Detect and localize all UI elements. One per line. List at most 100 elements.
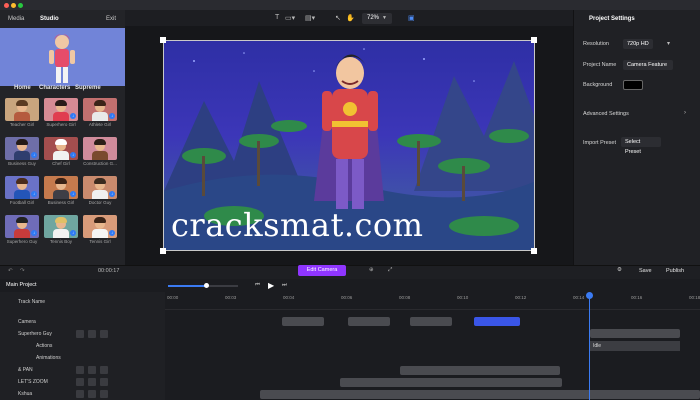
save-button[interactable]: Save bbox=[639, 268, 652, 274]
character-thumbnail bbox=[5, 98, 39, 121]
publish-button[interactable]: Publish bbox=[666, 268, 684, 274]
close-window-button[interactable] bbox=[4, 3, 9, 8]
download-icon[interactable]: ↓ bbox=[109, 230, 115, 236]
track-toggle[interactable] bbox=[88, 390, 96, 398]
background-color-swatch[interactable] bbox=[623, 80, 643, 90]
track-row[interactable]: Animations bbox=[0, 352, 165, 364]
download-icon[interactable]: ↓ bbox=[70, 191, 76, 197]
character-card[interactable]: Construction G... bbox=[83, 137, 117, 169]
character-card[interactable]: ↓ Business Guy bbox=[5, 137, 39, 169]
category-supreme[interactable]: Supreme bbox=[75, 85, 101, 91]
track-toggle[interactable] bbox=[100, 330, 108, 338]
edit-camera-button[interactable]: Edit Camera bbox=[298, 265, 346, 276]
track-toggle[interactable] bbox=[100, 378, 108, 386]
download-icon[interactable]: ↓ bbox=[31, 191, 37, 197]
download-icon[interactable]: ↓ bbox=[109, 191, 115, 197]
playhead-handle[interactable] bbox=[586, 292, 593, 299]
track-toggle[interactable] bbox=[100, 366, 108, 374]
download-icon[interactable]: ↓ bbox=[70, 113, 76, 119]
track-toggle[interactable] bbox=[88, 378, 96, 386]
download-icon[interactable]: ↓ bbox=[31, 230, 37, 236]
kshua-clip[interactable] bbox=[260, 390, 700, 399]
chevron-down-icon[interactable]: ▾ bbox=[667, 40, 670, 47]
character-card[interactable]: ↓ Superhero Guy bbox=[5, 215, 39, 247]
character-preview-figure bbox=[49, 34, 75, 83]
expand-icon[interactable]: ⤢ bbox=[388, 267, 392, 274]
character-card[interactable]: ↓ Athlete Girl bbox=[83, 98, 117, 130]
track-row[interactable]: LET'S ZOOM bbox=[0, 376, 165, 388]
step-back-icon[interactable]: ⏮ bbox=[255, 282, 260, 289]
arrange-icon[interactable]: ▤▾ bbox=[305, 14, 315, 22]
camera-clip[interactable] bbox=[282, 317, 324, 326]
crosshair-icon[interactable]: ⊕ bbox=[369, 267, 374, 273]
track-row[interactable]: Kshua bbox=[0, 388, 165, 400]
track-toggle[interactable] bbox=[88, 330, 96, 338]
track-toggle[interactable] bbox=[76, 366, 84, 374]
character-card[interactable]: ↓ Doctor Guy bbox=[83, 176, 117, 208]
camera-clip[interactable] bbox=[410, 317, 452, 326]
camera-icon[interactable]: ▣ bbox=[408, 14, 415, 22]
character-card[interactable]: ↓ Superhero Girl bbox=[44, 98, 78, 130]
category-home[interactable]: Home bbox=[14, 85, 31, 91]
tab-main-project[interactable]: Main Project bbox=[0, 280, 40, 290]
download-icon[interactable]: ↓ bbox=[109, 113, 115, 119]
chevron-right-icon[interactable]: › bbox=[684, 110, 686, 116]
pan-clip[interactable] bbox=[400, 366, 560, 375]
resize-handle-tr[interactable] bbox=[531, 37, 537, 43]
track-toggle[interactable] bbox=[88, 366, 96, 374]
ruler-tick-label: 00:18 bbox=[689, 295, 700, 300]
undo-icon[interactable]: ↶ bbox=[8, 268, 13, 274]
track-row[interactable]: Superhero Guy bbox=[0, 328, 165, 340]
layout-icon[interactable]: ▭▾ bbox=[285, 14, 295, 22]
minimize-window-button[interactable] bbox=[11, 3, 16, 8]
step-forward-icon[interactable]: ⏭ bbox=[282, 282, 287, 289]
character-card[interactable]: Teacher Girl bbox=[5, 98, 39, 130]
track-name: LET'S ZOOM bbox=[18, 379, 48, 385]
camera-clip[interactable] bbox=[348, 317, 390, 326]
track-row[interactable]: & PAN bbox=[0, 364, 165, 376]
character-card[interactable]: ↓ Chef Girl bbox=[44, 137, 78, 169]
superhero-clip[interactable] bbox=[590, 329, 680, 338]
track-row[interactable]: Camera bbox=[0, 316, 165, 328]
scrub-slider[interactable] bbox=[168, 283, 238, 288]
zoom-clip[interactable] bbox=[340, 378, 562, 387]
play-icon[interactable]: ▶ bbox=[268, 281, 274, 290]
character-card[interactable]: ↓ Football Girl bbox=[5, 176, 39, 208]
track-row[interactable]: Actions bbox=[0, 340, 165, 352]
resolution-select[interactable]: 720p HD bbox=[623, 39, 653, 49]
tab-studio[interactable]: Studio bbox=[40, 16, 59, 22]
idle-action-clip[interactable]: Idle bbox=[590, 341, 680, 351]
character-card[interactable]: ↓ Business Girl bbox=[44, 176, 78, 208]
download-icon[interactable]: ↓ bbox=[70, 230, 76, 236]
text-tool-icon[interactable]: T bbox=[275, 14, 279, 21]
chevron-down-icon[interactable]: ▼ bbox=[382, 13, 387, 24]
tab-media[interactable]: Media bbox=[8, 16, 24, 22]
character-card[interactable]: ↓ Tennis Boy bbox=[44, 215, 78, 247]
resize-handle-bl[interactable] bbox=[160, 248, 166, 254]
project-name-input[interactable]: Camera Feature bbox=[623, 60, 673, 70]
track-row[interactable]: Track Name bbox=[0, 296, 165, 308]
ruler-tick-label: 00:00 bbox=[167, 295, 179, 300]
select-preset-button[interactable]: Select Preset bbox=[621, 137, 661, 155]
camera-clip-selected[interactable] bbox=[474, 317, 520, 326]
character-card[interactable]: ↓ Tennis Girl bbox=[83, 215, 117, 247]
zoom-select[interactable]: 72% bbox=[362, 13, 392, 24]
track-toggle[interactable] bbox=[76, 390, 84, 398]
timeline-ruler[interactable]: 00:00 00:03 00:04 00:06 00:08 00:10 00:12 00:14… bbox=[165, 292, 700, 310]
playhead[interactable] bbox=[589, 293, 590, 400]
select-pointer-icon[interactable]: ↖ bbox=[335, 14, 341, 22]
gear-icon[interactable]: ⚙ bbox=[617, 267, 622, 273]
hand-tool-icon[interactable]: ✋ bbox=[346, 14, 355, 22]
exit-button[interactable]: Exit bbox=[106, 16, 116, 22]
track-toggle[interactable] bbox=[100, 390, 108, 398]
track-toggle[interactable] bbox=[76, 330, 84, 338]
download-icon[interactable]: ↓ bbox=[70, 152, 76, 158]
track-toggle[interactable] bbox=[76, 378, 84, 386]
resize-handle-tl[interactable] bbox=[160, 37, 166, 43]
redo-icon[interactable]: ↷ bbox=[20, 268, 25, 274]
resize-handle-br[interactable] bbox=[531, 248, 537, 254]
download-icon[interactable]: ↓ bbox=[31, 152, 37, 158]
category-characters[interactable]: Characters bbox=[39, 85, 70, 91]
maximize-window-button[interactable] bbox=[18, 3, 23, 8]
advanced-settings-label[interactable]: Advanced Settings bbox=[583, 111, 629, 117]
